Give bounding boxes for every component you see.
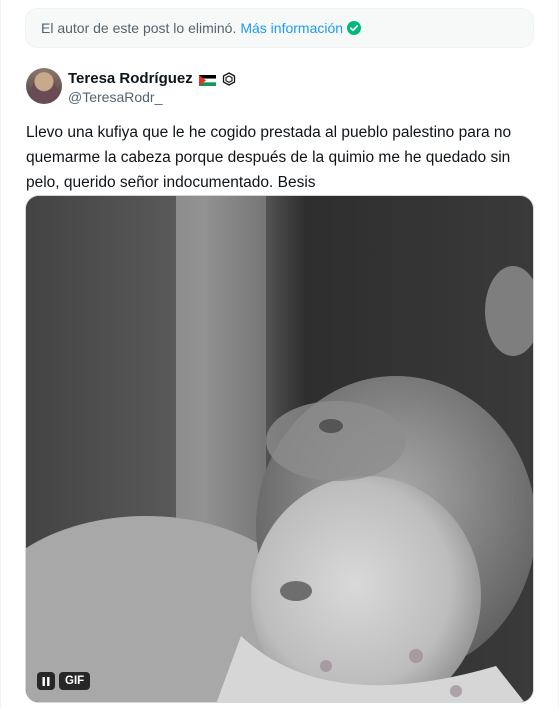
pause-icon[interactable] (37, 672, 55, 690)
deleted-post-notice: El autor de este post lo eliminó. Más in… (25, 8, 534, 48)
tweet-page: El autor de este post lo eliminó. Más in… (0, 0, 559, 708)
verified-check-icon (347, 21, 362, 35)
notice-text: El autor de este post lo eliminó. (41, 20, 237, 36)
author-handle[interactable]: @TeresaRodr_ (68, 89, 162, 105)
watermelon-badge-icon (222, 71, 236, 86)
gif-controls: GIF (37, 672, 91, 690)
gif-frame-image (26, 196, 533, 702)
author-name-row[interactable]: Teresa Rodríguez (68, 70, 236, 87)
avatar[interactable] (26, 68, 62, 104)
palestine-flag-icon (198, 73, 216, 86)
author-name[interactable]: Teresa Rodríguez (68, 70, 193, 87)
gif-badge: GIF (59, 672, 91, 690)
gif-media[interactable]: GIF (25, 195, 534, 703)
left-border (0, 0, 1, 708)
post-text: Llevo una kufiya que le he cogido presta… (26, 124, 512, 191)
more-info-link[interactable]: Más información (240, 20, 343, 36)
